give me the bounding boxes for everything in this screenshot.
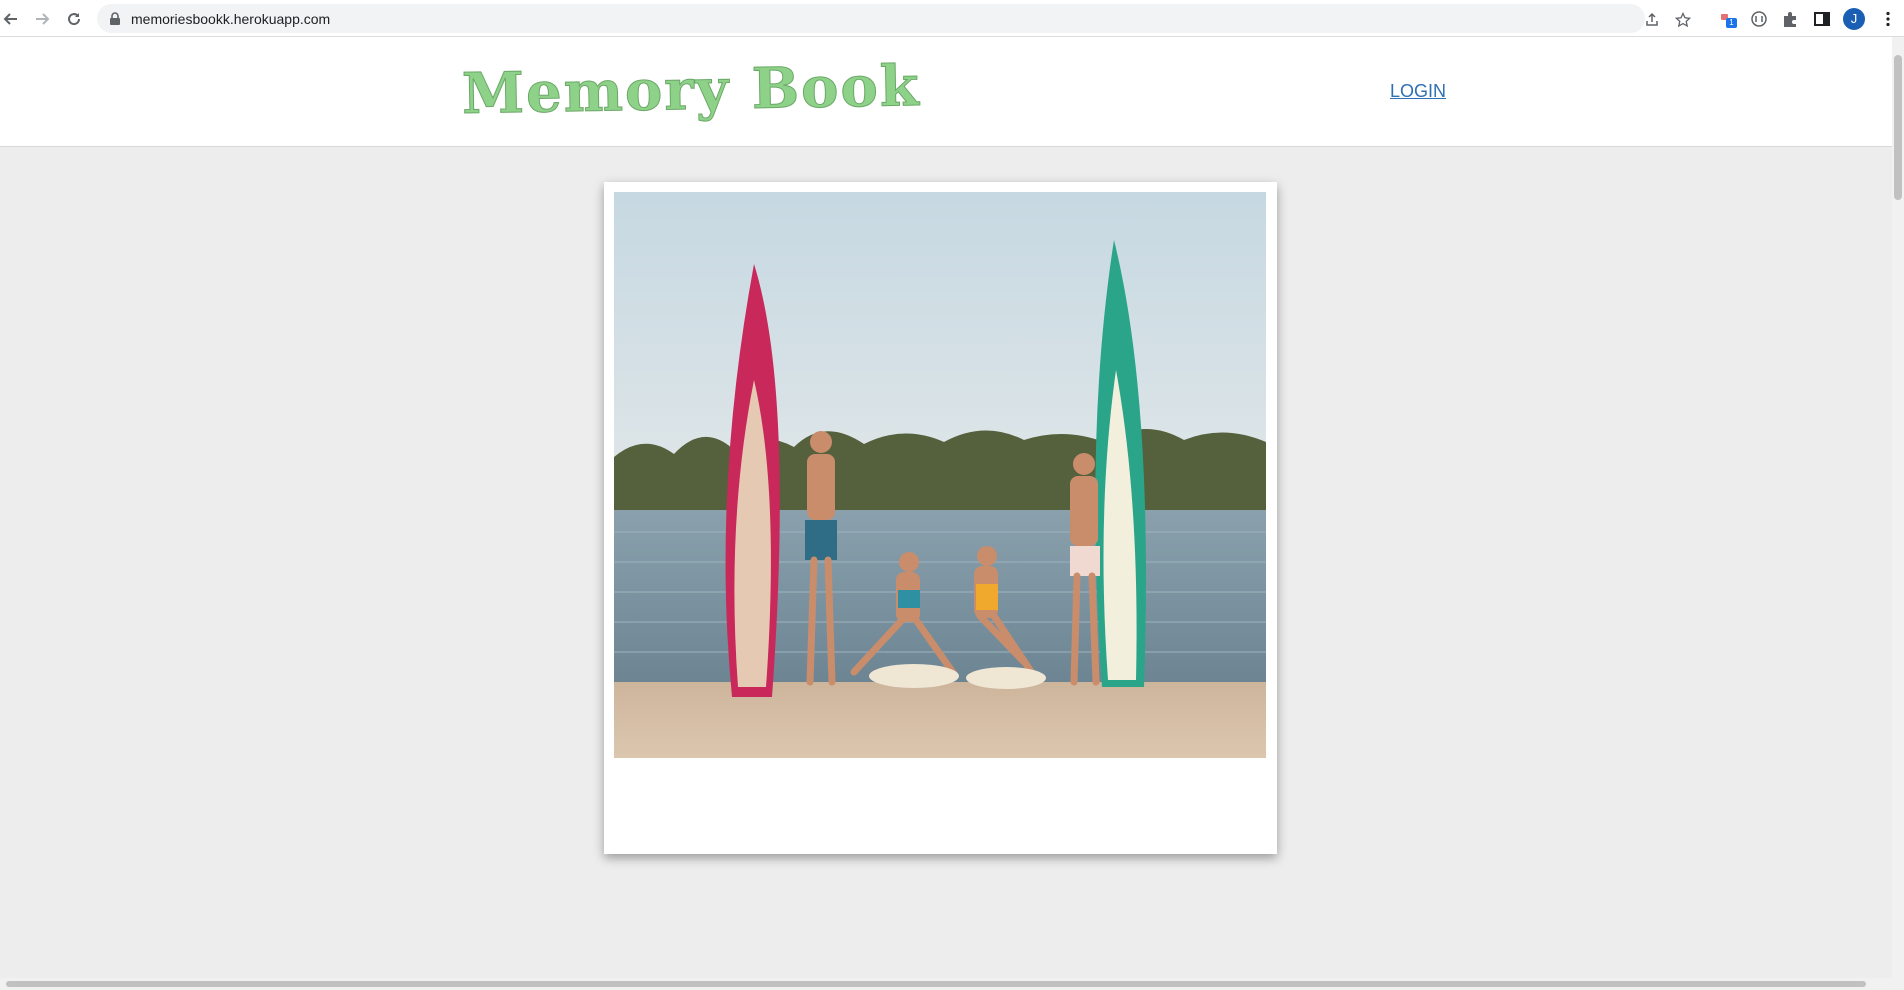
forward-button[interactable]: [31, 8, 53, 30]
browser-toolbar: memoriesbookk.herokuapp.com 1 J: [0, 0, 1904, 37]
forward-arrow-icon: [36, 13, 50, 25]
url-text[interactable]: memoriesbookk.herokuapp.com: [131, 11, 330, 27]
profile-avatar[interactable]: J: [1843, 8, 1865, 30]
extensions-menu-button[interactable]: [1779, 8, 1801, 30]
extension-button[interactable]: 1: [1717, 8, 1739, 30]
side-panel-icon: [1814, 12, 1830, 26]
shield-extension-button[interactable]: [1748, 8, 1770, 30]
extension-badge: 1: [1726, 18, 1737, 28]
browser-menu-button[interactable]: [1877, 8, 1899, 30]
reload-icon: [68, 13, 81, 26]
shield-icon: [1751, 11, 1767, 27]
site-header: Memory Book LOGIN: [0, 37, 1892, 147]
address-bar[interactable]: memoriesbookk.herokuapp.com: [97, 4, 1691, 33]
site-logo[interactable]: Memory Book: [461, 53, 922, 128]
vertical-scroll-thumb[interactable]: [1894, 55, 1902, 200]
beach-photo-illustration: [614, 192, 1266, 758]
lock-icon[interactable]: [109, 12, 121, 26]
vertical-scrollbar[interactable]: [1892, 37, 1904, 990]
kebab-menu-icon: [1886, 11, 1890, 27]
horizontal-scroll-thumb[interactable]: [6, 981, 1866, 987]
login-link[interactable]: LOGIN: [1390, 81, 1446, 102]
memory-card[interactable]: [604, 182, 1277, 854]
back-button[interactable]: [0, 8, 22, 30]
reload-button[interactable]: [63, 8, 85, 30]
back-arrow-icon: [3, 13, 17, 25]
star-icon[interactable]: [1674, 11, 1692, 29]
memory-photo[interactable]: [614, 192, 1266, 758]
horizontal-scrollbar[interactable]: [0, 978, 1892, 990]
puzzle-icon: [1784, 12, 1796, 27]
side-panel-button[interactable]: [1811, 8, 1833, 30]
share-icon[interactable]: [1643, 11, 1661, 29]
